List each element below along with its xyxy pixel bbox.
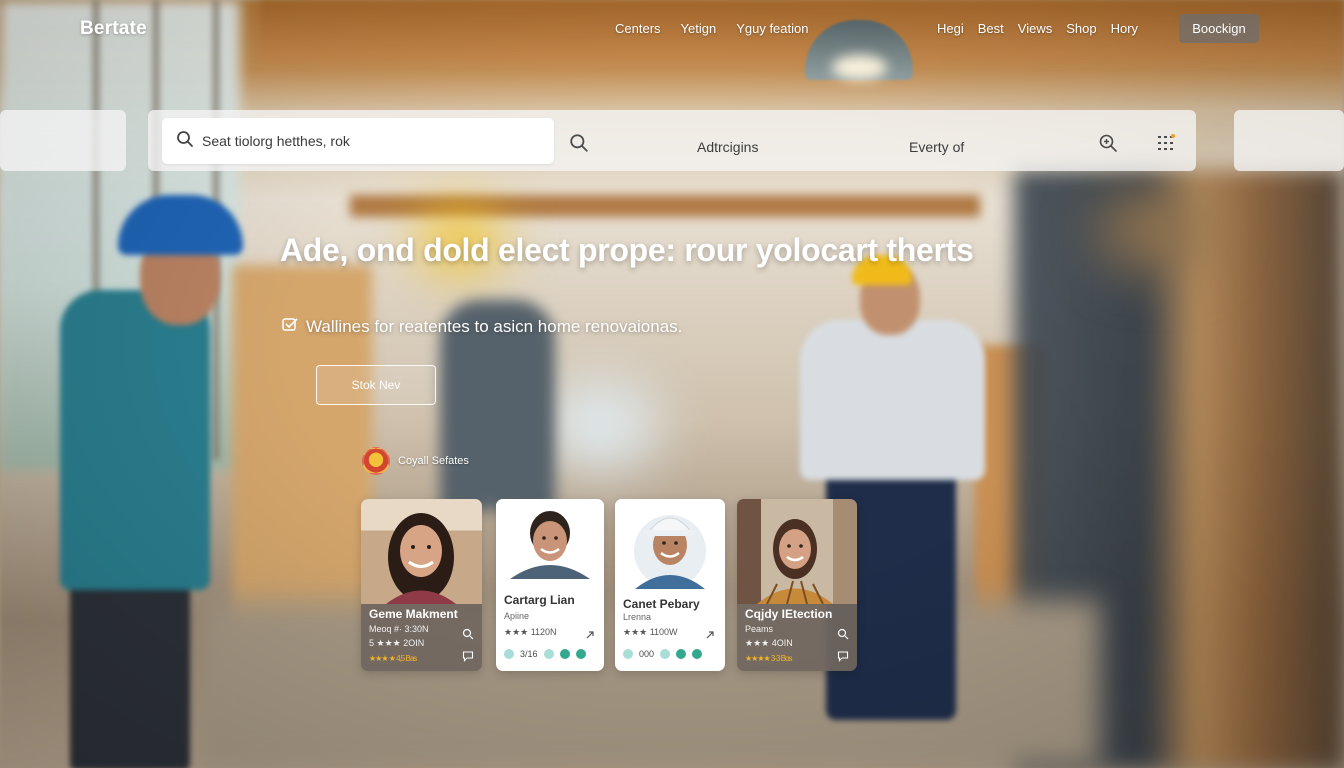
search-strip-left-panel [0,110,126,171]
pro-card[interactable]: Canet Pebary Lrenna ★★★ 1100W 000 [615,499,725,671]
brand-logo[interactable]: Bertate [80,18,147,40]
search-strip-right-panel [1234,110,1344,171]
nav-link-views[interactable]: Views [1018,21,1052,36]
search-input[interactable] [202,133,532,149]
nav-link-hory[interactable]: Hory [1111,21,1138,36]
pro-name: Geme Makment [369,607,458,621]
pro-card[interactable]: Cqjdy IEtection Peams ★★★ 4OIN ★★★★ 3-3 … [737,499,857,671]
nav-link-centers[interactable]: Centers [615,21,661,36]
arrow-icon[interactable] [584,626,596,639]
nav-secondary: Hegi Best Views Shop Hory [937,21,1138,36]
hero-subtitle: Wallines for reatentes to asicn home ren… [282,317,682,337]
pro-card[interactable]: Geme Makment Meoq #· 3:30N 5 ★★★ 2OIN ★★… [361,499,482,671]
tag-dot [504,649,514,659]
pro-photo [361,499,482,604]
check-icon[interactable] [575,649,586,659]
pro-rating-text: ★★★ ★ 4,5 Bas [369,654,417,663]
pro-card[interactable]: Cartarg Lian Apiine ★★★ 1120N 3/16 [496,499,604,671]
pro-name: Cartarg Lian [504,593,575,607]
pro-detail: Peams [745,624,774,634]
hero-subtitle-text: Wallines for reatentes to asicn home ren… [306,317,683,336]
pro-tag-label: 000 [639,649,655,659]
chat-icon[interactable] [837,647,849,662]
pros-label-text: Coyall Sefates [398,455,469,467]
search-icon[interactable] [462,625,474,640]
pro-detail: Apiine [504,611,530,621]
pro-stats: ★★★ 4OIN [745,638,793,648]
pro-rating: ★★★ ★ 4,5 Bas [369,654,417,663]
pro-detail: Meoq #· 3:30N [369,624,429,634]
pro-name: Cqjdy IEtection [745,607,833,621]
chat-icon[interactable] [462,647,474,662]
pro-tags: 3/16 [504,649,586,659]
check-icon [282,317,298,337]
check-icon[interactable] [692,649,703,659]
pro-photo [737,499,857,605]
hero-title: Ade, ond dold elect prope: rour yolocart… [280,232,974,268]
tag-dot [623,649,633,659]
zoom-icon[interactable] [1098,133,1118,153]
nav-link-shop[interactable]: Shop [1066,21,1096,36]
search-submit-icon[interactable] [569,133,589,153]
arrow-icon[interactable] [704,626,716,639]
nav-link-best[interactable]: Best [978,21,1004,36]
pros-section-label: Coyall Sefates [362,447,469,475]
pro-stats: ★★★ 1100W [623,627,678,637]
search-field[interactable] [162,118,554,164]
booking-button[interactable]: Boockign [1179,14,1259,43]
tag-dot [543,649,554,659]
pro-name: Canet Pebary [623,597,700,611]
pro-photo [615,499,725,589]
filter-adtrcigins[interactable]: Adtrcigins [697,139,758,155]
nav-link-yguy-feation[interactable]: Yguy feation [736,21,808,36]
nav-link-hegi[interactable]: Hegi [937,21,964,36]
tag-dot [660,649,671,659]
pro-stats: 5 ★★★ 2OIN [369,638,425,648]
nav-primary: Centers Yetign Yguy feation [615,21,808,36]
badge-avatar [362,447,390,475]
location-icon[interactable] [559,649,570,659]
filter-everty-of[interactable]: Everty of [909,139,964,155]
pro-stats: ★★★ 1120N [504,627,557,637]
search-icon[interactable] [837,625,849,640]
location-icon[interactable] [676,649,687,659]
pro-tags: 000 [623,649,703,659]
grid-menu-icon[interactable] [1156,133,1176,153]
pro-rating: ★★★★ 3-3 Bos [745,654,792,663]
nav-link-yetign[interactable]: Yetign [681,21,717,36]
search-icon [176,130,194,152]
pro-rating-text: ★★★★ 3-3 Bos [745,654,792,663]
pro-photo [496,499,604,587]
pro-tag-label: 3/16 [520,649,538,659]
start-now-button[interactable]: Stok Nev [316,365,436,405]
pro-detail: Lrenna [623,612,652,622]
